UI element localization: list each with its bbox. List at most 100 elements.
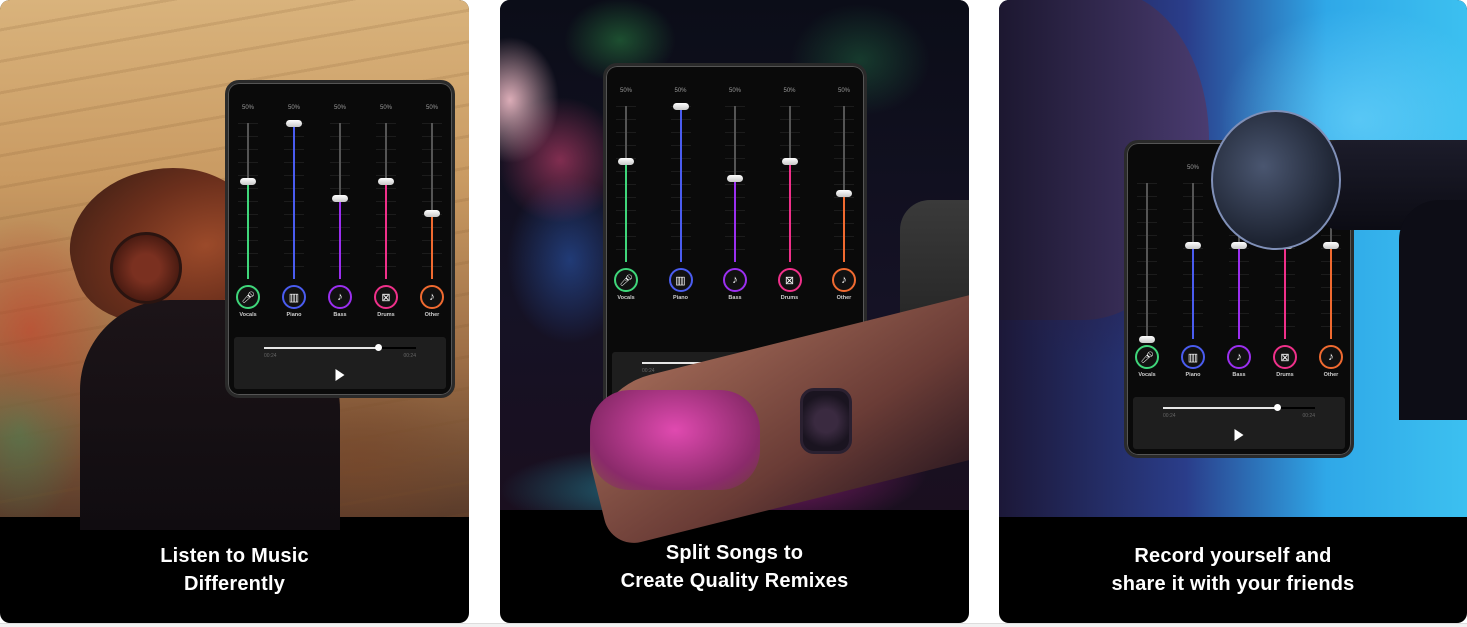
channel-label: Bass bbox=[333, 312, 347, 318]
piano-icon[interactable]: ▥ bbox=[282, 285, 306, 309]
volume-slider-track[interactable] bbox=[672, 103, 689, 262]
playback-scrubber[interactable] bbox=[1274, 404, 1281, 411]
playback-progress-bar[interactable] bbox=[642, 359, 828, 366]
volume-slider-thumb[interactable] bbox=[424, 210, 440, 218]
volume-slider-thumb[interactable] bbox=[672, 103, 689, 110]
volume-slider-fill bbox=[625, 160, 627, 262]
volume-slider-track[interactable] bbox=[1139, 183, 1155, 343]
volume-slider-thumb[interactable] bbox=[1231, 242, 1247, 250]
drum-icon[interactable]: ⊠ bbox=[777, 268, 802, 292]
piano-icon[interactable]: ▥ bbox=[1181, 345, 1205, 369]
music-note-icon[interactable]: ♪ bbox=[420, 285, 444, 309]
volume-slider-thumb[interactable] bbox=[1139, 336, 1155, 343]
time-elapsed: 00:24 bbox=[642, 368, 655, 374]
audio-player: 00:24 bbox=[612, 352, 858, 404]
channel-drums: 50% ⊠ Drums bbox=[368, 83, 404, 333]
volume-slider-fill bbox=[1284, 245, 1286, 339]
volume-slider-fill bbox=[788, 160, 791, 262]
channel-vocals: 50% 🎤︎ Vocals bbox=[230, 83, 266, 333]
channel-volume-label: 50% bbox=[241, 105, 254, 111]
channel-label: Vocals bbox=[239, 312, 257, 318]
playback-scrubber[interactable] bbox=[778, 359, 786, 366]
channel-volume-label: 50% bbox=[287, 105, 300, 111]
audio-player: 00:24 00:24 bbox=[1133, 397, 1345, 449]
volume-slider-track[interactable] bbox=[286, 120, 302, 279]
caption-line: Create Quality Remixes bbox=[620, 569, 849, 592]
guitar-icon[interactable]: ♪ bbox=[723, 268, 747, 292]
volume-slider-track[interactable] bbox=[424, 123, 440, 279]
screenshot-card-2[interactable]: 50% 🎤︎ Vocals 50% ▥ Piano 50% ♪ Bass 50% ⊠ Drums 50%… bbox=[500, 0, 969, 623]
volume-slider-fill bbox=[431, 213, 433, 279]
volume-slider-track[interactable] bbox=[240, 123, 256, 279]
card-caption: Split Songs to Create Quality Remixes bbox=[500, 510, 969, 623]
channel-label: Bass bbox=[728, 295, 742, 301]
volume-slider-track[interactable] bbox=[1323, 183, 1339, 339]
volume-slider-track[interactable] bbox=[836, 106, 852, 262]
volume-slider-fill bbox=[247, 180, 249, 279]
channel-volume-label: 50% bbox=[425, 105, 438, 111]
drum-icon[interactable]: ⊠ bbox=[1273, 345, 1297, 369]
volume-slider-thumb[interactable] bbox=[1323, 242, 1339, 250]
guitar-icon[interactable]: ♪ bbox=[1227, 345, 1251, 369]
channel-vocals: 50% 🎤︎ Vocals bbox=[608, 66, 644, 348]
play-icon[interactable] bbox=[1234, 429, 1244, 441]
channel-drums: ⊠ Drums bbox=[1267, 143, 1303, 393]
volume-slider-track[interactable] bbox=[781, 106, 798, 262]
microphone-icon[interactable]: 🎤︎ bbox=[614, 268, 638, 292]
play-icon[interactable] bbox=[335, 369, 345, 381]
caption-line: Differently bbox=[183, 573, 286, 595]
tablet-mixer-mockup: 50% 🎤︎ Vocals 50% ▥ Piano 50% ♪ Bass 50% ⊠ Drums 50%… bbox=[603, 63, 867, 413]
guitar-icon[interactable]: ♪ bbox=[328, 285, 352, 309]
volume-slider-track[interactable] bbox=[1231, 183, 1247, 339]
volume-slider-thumb[interactable] bbox=[240, 177, 256, 185]
playback-progress-bar[interactable] bbox=[264, 344, 416, 351]
playback-progress-bar[interactable] bbox=[1163, 404, 1315, 411]
volume-slider-thumb[interactable] bbox=[618, 157, 634, 165]
play-icon[interactable] bbox=[730, 384, 740, 396]
volume-slider-thumb[interactable] bbox=[836, 190, 852, 198]
piano-icon[interactable]: ▥ bbox=[668, 268, 693, 292]
volume-slider-thumb[interactable] bbox=[332, 194, 348, 202]
channel-label: Bass bbox=[1232, 372, 1246, 378]
screenshot-card-3[interactable]: 🎤︎ Vocals 50% ▥ Piano ♪ Bass ⊠ Drums ♪ Other 00:24… bbox=[999, 0, 1467, 623]
channel-other: 50% ♪ Other bbox=[826, 66, 862, 348]
microphone-icon[interactable]: 🎤︎ bbox=[236, 285, 260, 309]
channel-bass: ♪ Bass bbox=[1221, 143, 1257, 393]
screenshot-card-1[interactable]: 50% 🎤︎ Vocals 50% ▥ Piano 50% ♪ Bass 50% ⊠ Drums 50%… bbox=[0, 0, 469, 623]
music-note-icon[interactable]: ♪ bbox=[1319, 345, 1343, 369]
volume-slider-fill bbox=[1192, 245, 1194, 339]
volume-slider-fill bbox=[293, 123, 295, 279]
drum-icon[interactable]: ⊠ bbox=[374, 285, 398, 309]
time-elapsed: 00:24 bbox=[1163, 413, 1176, 419]
volume-slider-thumb[interactable] bbox=[727, 174, 743, 182]
volume-slider-track[interactable] bbox=[727, 106, 743, 262]
music-note-icon[interactable]: ♪ bbox=[832, 268, 856, 292]
volume-slider-thumb[interactable] bbox=[1185, 242, 1201, 250]
volume-slider-track[interactable] bbox=[1277, 183, 1293, 339]
volume-slider-thumb[interactable] bbox=[1277, 242, 1293, 250]
channel-vocals: 🎤︎ Vocals bbox=[1129, 143, 1165, 393]
playback-scrubber[interactable] bbox=[375, 344, 382, 351]
channel-volume-label: 50% bbox=[619, 88, 632, 94]
volume-slider-track[interactable] bbox=[332, 123, 348, 279]
volume-slider-track[interactable] bbox=[1185, 183, 1201, 339]
time-elapsed: 00:24 bbox=[264, 353, 277, 359]
volume-slider-fill bbox=[843, 193, 845, 262]
volume-slider-thumb[interactable] bbox=[781, 157, 798, 165]
volume-slider-track[interactable] bbox=[618, 106, 634, 262]
time-total: 00:24 bbox=[1302, 413, 1315, 419]
card-caption: Record yourself and share it with your f… bbox=[999, 517, 1467, 623]
channel-piano: 50% ▥ Piano bbox=[1175, 143, 1211, 393]
volume-slider-thumb[interactable] bbox=[286, 120, 302, 127]
microphone-icon[interactable]: 🎤︎ bbox=[1135, 345, 1159, 369]
channel-label: Other bbox=[1323, 372, 1339, 378]
channel-bass: 50% ♪ Bass bbox=[322, 83, 358, 333]
volume-slider-thumb[interactable] bbox=[378, 177, 394, 185]
channel-label: Piano bbox=[1185, 372, 1201, 378]
time-total: 00:24 bbox=[403, 353, 416, 359]
card-caption: Listen to Music Differently bbox=[0, 517, 469, 623]
playback-progress-fill bbox=[642, 362, 782, 364]
volume-slider-track[interactable] bbox=[378, 123, 394, 279]
volume-slider-fill bbox=[385, 180, 387, 279]
playback-progress-fill bbox=[1163, 407, 1277, 409]
